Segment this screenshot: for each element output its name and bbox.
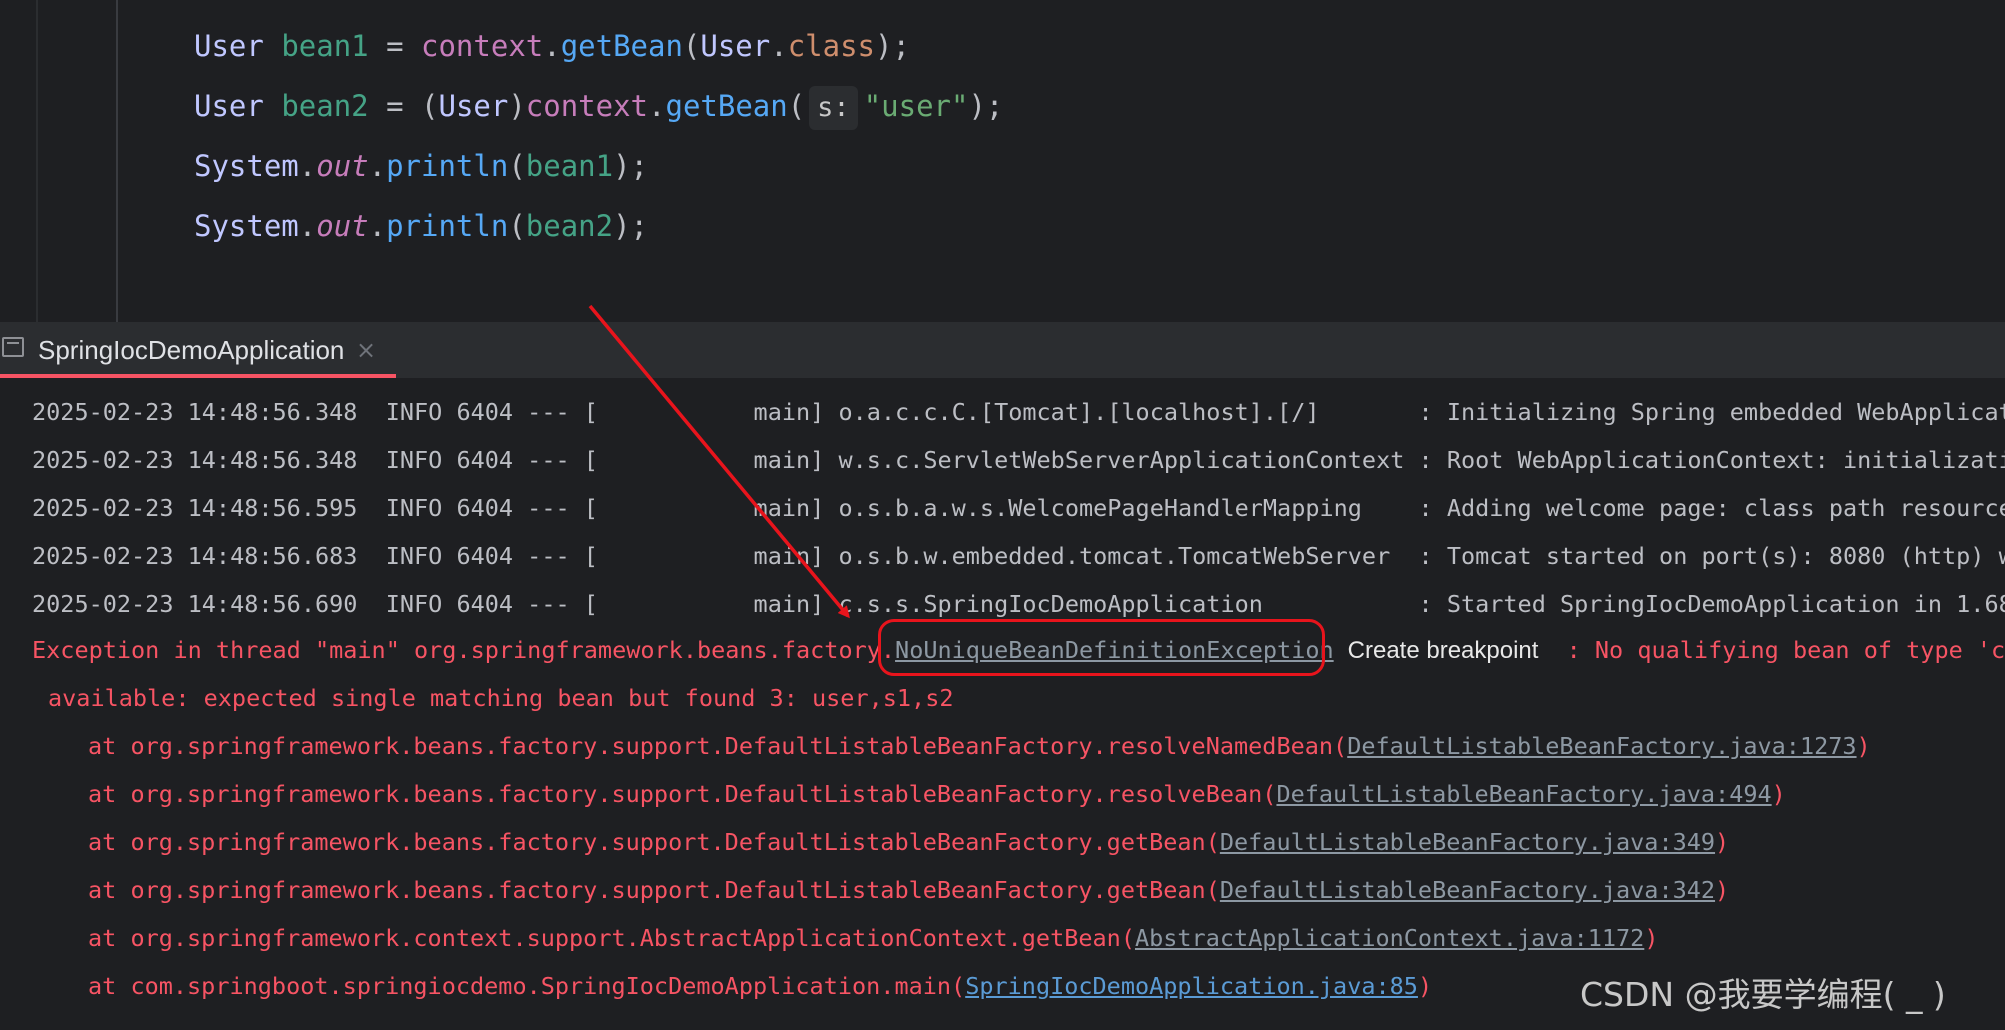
annotation-arrow <box>588 304 850 619</box>
annotation-arrow-line <box>588 304 850 619</box>
watermark: CSDN @我要学编程( _ ) <box>1580 975 1946 1014</box>
